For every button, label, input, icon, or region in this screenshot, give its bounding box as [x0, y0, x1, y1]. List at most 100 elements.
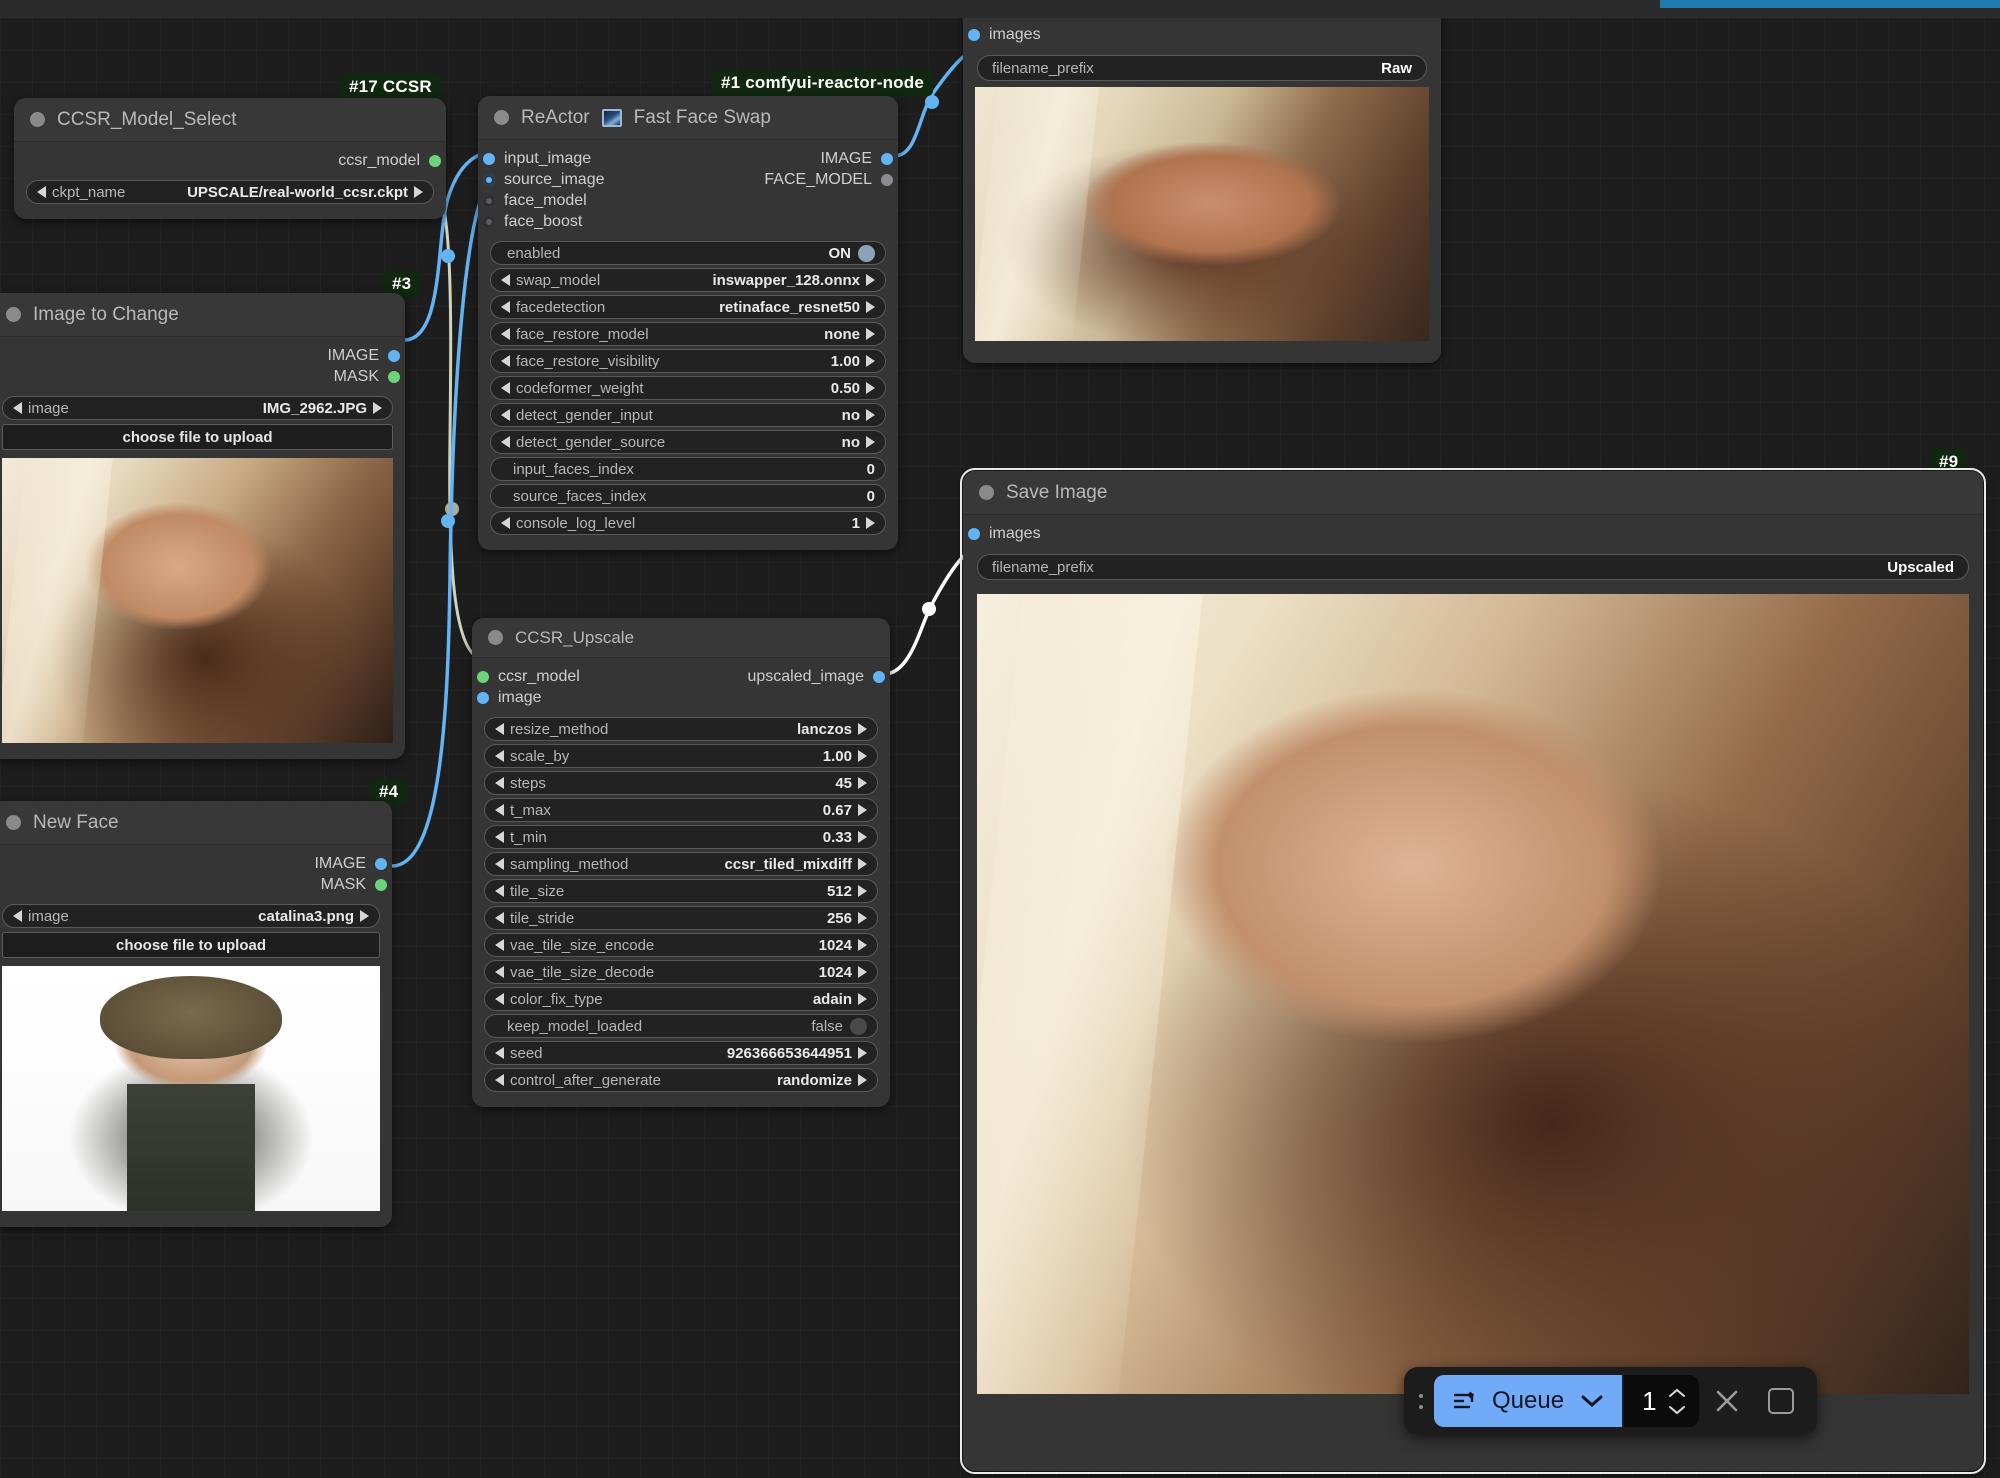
decrement-arrow-icon[interactable] [495, 777, 504, 789]
widget-face-restore-visibility[interactable]: face_restore_visibility 1.00 [490, 349, 886, 373]
choose-file-to-upload-button[interactable]: choose file to upload [2, 932, 380, 958]
increment-arrow-icon[interactable] [866, 436, 875, 448]
collapse-toggle-icon[interactable] [494, 110, 509, 125]
widget-image[interactable]: image catalina3.png [2, 904, 380, 928]
node-ccsr-model-select[interactable]: CCSR_Model_Select ccsr_model ckpt_name U… [14, 98, 446, 219]
output-slot-ccsr-model[interactable]: ccsr_model [14, 150, 446, 171]
choose-file-to-upload-button[interactable]: choose file to upload [2, 424, 393, 450]
output-slot-image[interactable]: IMAGE [0, 853, 392, 874]
widget-scale-by[interactable]: scale_by 1.00 [484, 744, 878, 768]
widget-vae-tile-size-decode[interactable]: vae_tile_size_decode 1024 [484, 960, 878, 984]
node-ccsr-upscale[interactable]: CCSR_Upscale ccsr_model upscaled_image i… [472, 618, 890, 1107]
node-new-face[interactable]: New Face IMAGE MASK image catalina3.png … [0, 801, 392, 1227]
widget-enabled[interactable]: enabled ON [490, 241, 886, 265]
output-slot-mask[interactable]: MASK [0, 366, 405, 387]
widget-control-after-generate[interactable]: control_after_generate randomize [484, 1068, 878, 1092]
decrement-arrow-icon[interactable] [495, 939, 504, 951]
increment-arrow-icon[interactable] [858, 993, 867, 1005]
node-title-bar[interactable]: ReActor Fast Face Swap [478, 96, 898, 140]
widget-input-faces-index[interactable]: input_faces_index 0 [490, 457, 886, 481]
input-port-face-boost[interactable] [483, 215, 495, 228]
toggle-switch-knob[interactable] [850, 1017, 867, 1035]
widget-sampling-method[interactable]: sampling_method ccsr_tiled_mixdiff [484, 852, 878, 876]
node-image-to-change[interactable]: Image to Change IMAGE MASK image IMG_296… [0, 293, 405, 759]
output-slot-image[interactable]: IMAGE [0, 345, 405, 366]
decrement-arrow-icon[interactable] [495, 723, 504, 735]
decrement-arrow-icon[interactable] [495, 858, 504, 870]
widget-color-fix-type[interactable]: color_fix_type adain [484, 987, 878, 1011]
collapse-toggle-icon[interactable] [979, 485, 994, 500]
input-slot-image[interactable]: image [472, 687, 890, 708]
widget-tile-size[interactable]: tile_size 512 [484, 879, 878, 903]
input-slot-face-model[interactable]: face_model [478, 190, 898, 211]
node-title-bar[interactable]: Image to Change [0, 293, 405, 337]
input-slot-images[interactable]: images [963, 523, 1983, 544]
input-port-images[interactable] [968, 527, 980, 540]
node-title-bar[interactable]: CCSR_Model_Select [14, 98, 446, 142]
decrement-arrow-icon[interactable] [501, 328, 510, 340]
increment-arrow-icon[interactable] [858, 831, 867, 843]
widget-ckpt-name[interactable]: ckpt_name UPSCALE/real-world_ccsr.ckpt [26, 180, 434, 204]
increment-arrow-icon[interactable] [866, 355, 875, 367]
node-image-preview[interactable] [977, 594, 1969, 1394]
collapse-toggle-icon[interactable] [6, 307, 21, 322]
output-slot-upscaled-image[interactable]: upscaled_image [472, 666, 890, 687]
widget-console-log-level[interactable]: console_log_level 1 [490, 511, 886, 535]
output-port-image[interactable] [375, 857, 387, 870]
node-title-bar[interactable]: CCSR_Upscale [472, 618, 890, 658]
decrement-arrow-icon[interactable] [495, 804, 504, 816]
increment-arrow-icon[interactable] [858, 1047, 867, 1059]
collapse-toggle-icon[interactable] [488, 630, 503, 645]
increment-arrow-icon[interactable] [858, 885, 867, 897]
node-image-preview[interactable] [2, 458, 393, 743]
widget-seed[interactable]: seed 926366653644951 [484, 1041, 878, 1065]
output-slot-image[interactable]: IMAGE [478, 148, 898, 169]
cancel-button[interactable] [1701, 1375, 1753, 1427]
kebab-dots-icon[interactable] [1410, 1384, 1432, 1418]
node-reactor-fast-face-swap[interactable]: ReActor Fast Face Swap input_image IMAGE… [478, 96, 898, 550]
widget-source-faces-index[interactable]: source_faces_index 0 [490, 484, 886, 508]
node-image-preview[interactable] [975, 87, 1429, 341]
stop-button[interactable] [1755, 1375, 1807, 1427]
increment-arrow-icon[interactable] [858, 1074, 867, 1086]
node-title-bar[interactable]: Save Image [963, 471, 1983, 515]
decrement-arrow-icon[interactable] [13, 910, 22, 922]
widget-t-max[interactable]: t_max 0.67 [484, 798, 878, 822]
increment-arrow-icon[interactable] [866, 274, 875, 286]
collapse-toggle-icon[interactable] [6, 815, 21, 830]
node-image-preview[interactable] [2, 966, 380, 1211]
stepper-arrows[interactable] [1667, 1388, 1687, 1415]
decrement-arrow-icon[interactable] [495, 966, 504, 978]
widget-image[interactable]: image IMG_2962.JPG [2, 396, 393, 420]
decrement-arrow-icon[interactable] [495, 993, 504, 1005]
increment-arrow-icon[interactable] [866, 409, 875, 421]
widget-steps[interactable]: steps 45 [484, 771, 878, 795]
increment-arrow-icon[interactable] [866, 382, 875, 394]
queue-count-stepper[interactable]: 1 [1624, 1375, 1699, 1427]
input-port-images[interactable] [968, 28, 980, 41]
decrement-arrow-icon[interactable] [13, 402, 22, 414]
widget-codeformer-weight[interactable]: codeformer_weight 0.50 [490, 376, 886, 400]
decrement-arrow-icon[interactable] [495, 885, 504, 897]
increment-arrow-icon[interactable] [858, 723, 867, 735]
chevron-down-icon[interactable] [1578, 1392, 1606, 1410]
toggle-switch-knob[interactable] [858, 244, 875, 262]
widget-vae-tile-size-encode[interactable]: vae_tile_size_encode 1024 [484, 933, 878, 957]
widget-filename-prefix[interactable]: filename_prefix Raw [977, 55, 1427, 81]
decrement-arrow-icon[interactable] [501, 517, 510, 529]
queue-toolbar[interactable]: Queue 1 [1404, 1367, 1817, 1435]
decrement-arrow-icon[interactable] [501, 274, 510, 286]
decrement-arrow-icon[interactable] [495, 912, 504, 924]
input-slot-images[interactable]: images [963, 24, 1441, 45]
increment-arrow-icon[interactable] [866, 517, 875, 529]
widget-face-restore-model[interactable]: face_restore_model none [490, 322, 886, 346]
widget-filename-prefix[interactable]: filename_prefix Upscaled [977, 554, 1969, 580]
widget-swap-model[interactable]: swap_model inswapper_128.onnx [490, 268, 886, 292]
decrement-arrow-icon[interactable] [501, 301, 510, 313]
comfyui-graph-canvas[interactable]: #17 CCSR CCSR_Model_Select ccsr_model ck… [0, 18, 2000, 1478]
increment-arrow-icon[interactable] [866, 301, 875, 313]
input-port-image[interactable] [477, 691, 489, 704]
widget-tile-stride[interactable]: tile_stride 256 [484, 906, 878, 930]
node-save-image[interactable]: Save Image images filename_prefix Upscal… [960, 468, 1986, 1474]
increment-arrow-icon[interactable] [373, 402, 382, 414]
